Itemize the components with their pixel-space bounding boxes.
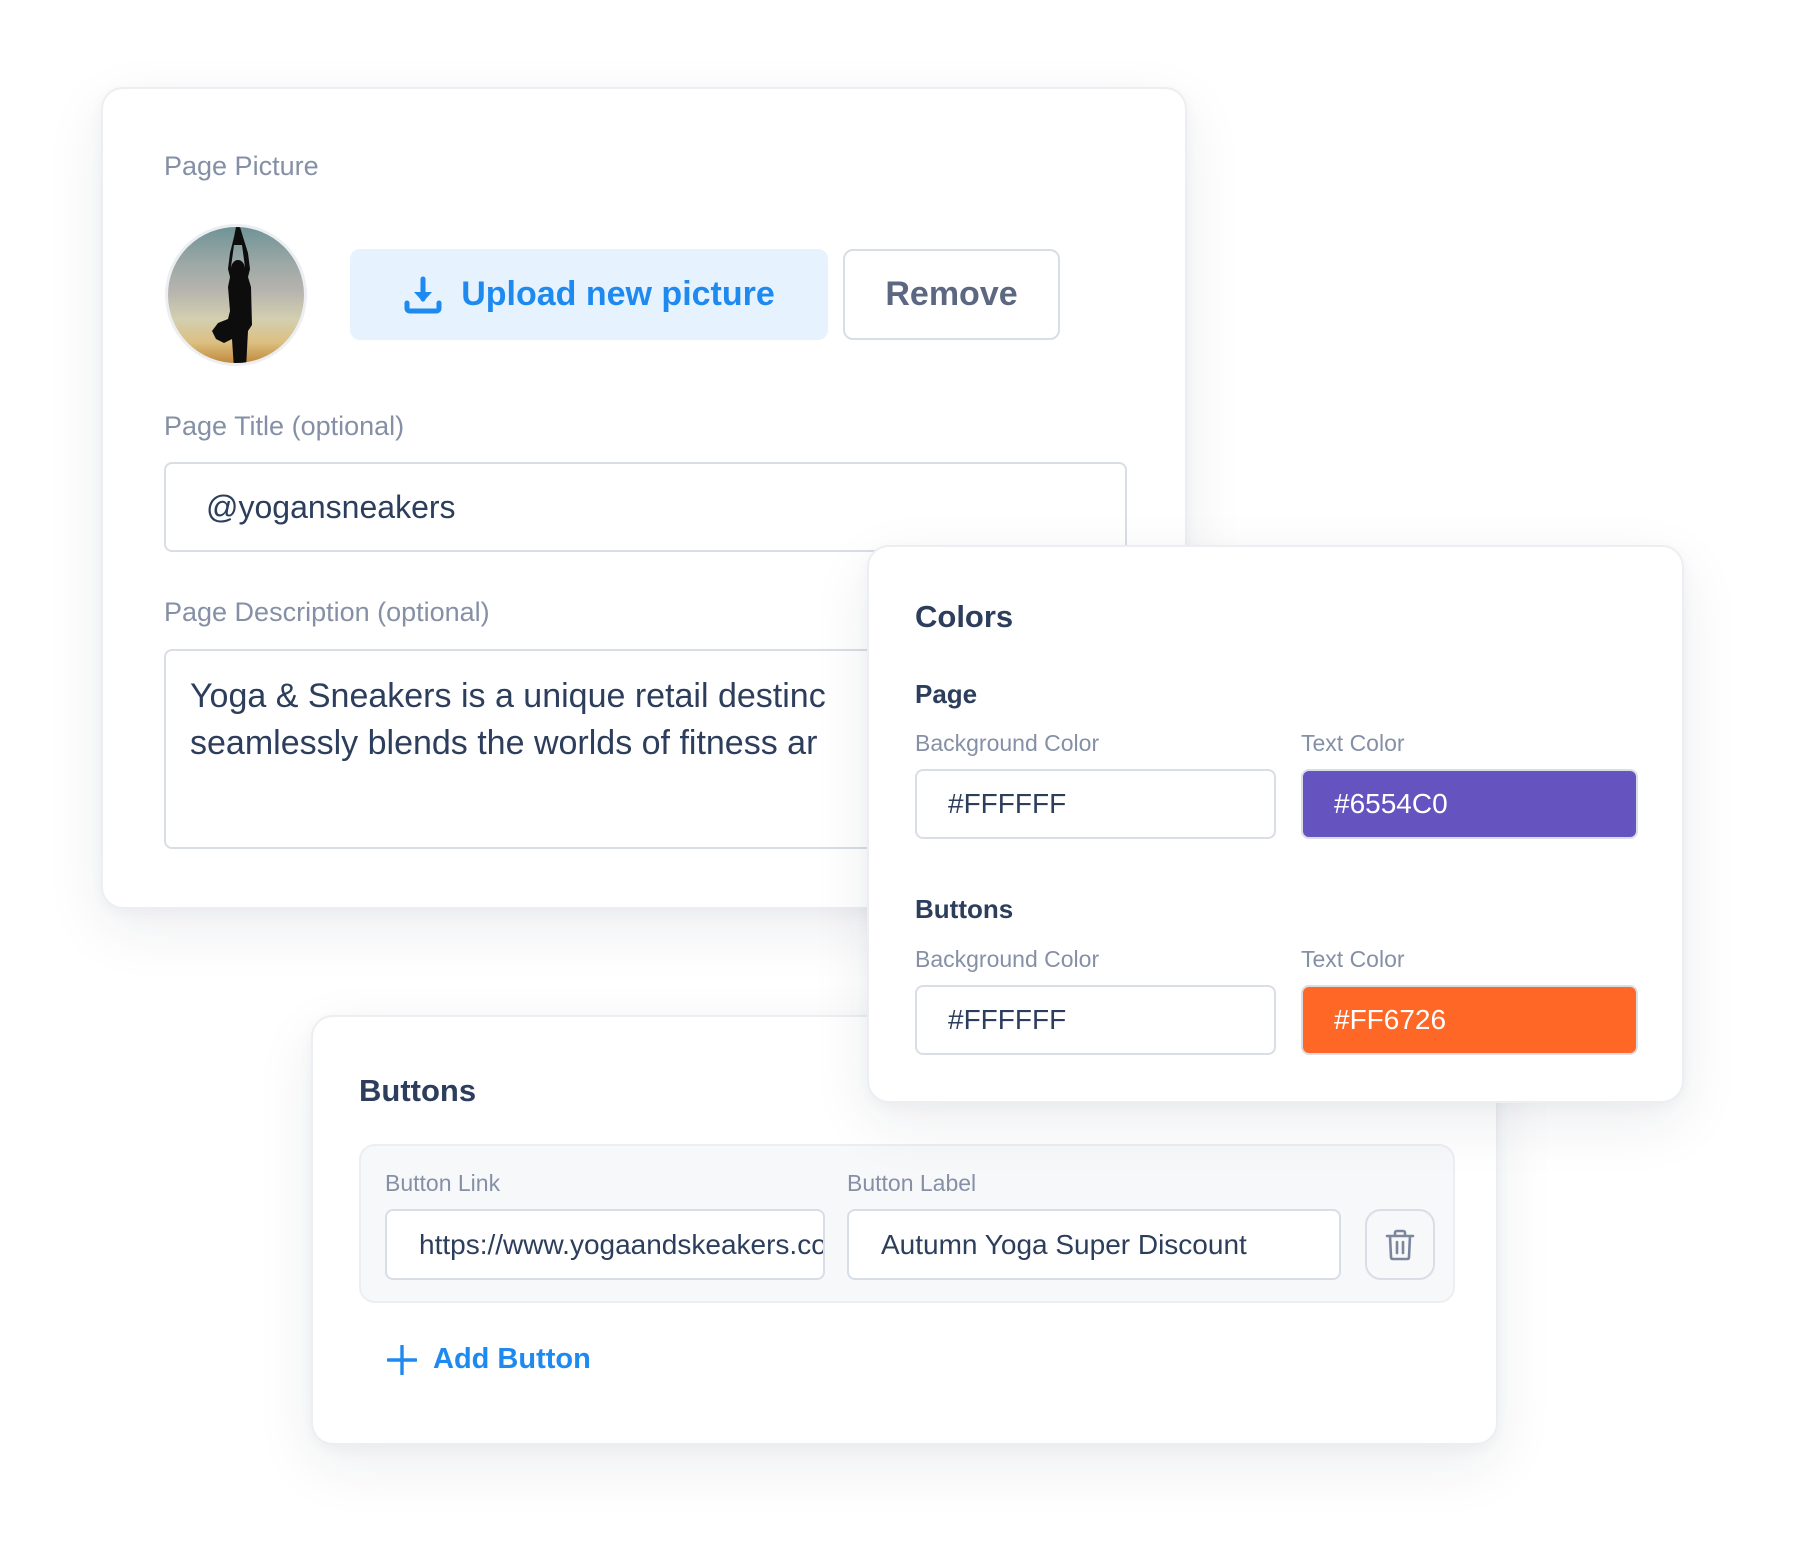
page-text-color-input[interactable]: #6554C0 [1301, 769, 1638, 839]
page-text-color-label: Text Color [1301, 730, 1405, 756]
button-background-color-value: #FFFFFF [948, 1004, 1067, 1035]
button-link-value: https://www.yogaandskeakers.com/p [419, 1228, 825, 1260]
page-text-color-value: #6554C0 [1334, 788, 1448, 819]
button-text-color-label: Text Color [1301, 946, 1405, 972]
page-description-label: Page Description (optional) [164, 597, 490, 627]
add-button[interactable]: Add Button [387, 1343, 591, 1376]
button-link-input[interactable]: https://www.yogaandskeakers.com/p [385, 1209, 825, 1280]
button-label-input[interactable]: Autumn Yoga Super Discount [847, 1209, 1341, 1280]
delete-button[interactable] [1365, 1209, 1435, 1280]
upload-picture-button[interactable]: Upload new picture [350, 249, 828, 340]
colors-heading: Colors [915, 599, 1014, 634]
page-picture-avatar [165, 224, 307, 366]
download-icon [404, 276, 442, 313]
page-background-color-input[interactable]: #FFFFFF [915, 769, 1276, 839]
page-background-color-value: #FFFFFF [948, 788, 1067, 819]
button-background-color-label: Background Color [915, 946, 1100, 972]
yoga-silhouette-icon [212, 227, 252, 363]
upload-picture-label: Upload new picture [461, 275, 775, 313]
add-button-label: Add Button [433, 1343, 591, 1375]
plus-icon [387, 1344, 417, 1375]
page-title-label: Page Title (optional) [164, 411, 405, 441]
page-title-value: @yogansneakers [206, 488, 456, 525]
remove-picture-button[interactable]: Remove [843, 249, 1060, 340]
button-background-color-input[interactable]: #FFFFFF [915, 985, 1276, 1055]
page-background-color-label: Background Color [915, 730, 1100, 756]
page-colors-heading: Page [915, 679, 978, 709]
colors-card: Colors Page Background Color #FFFFFF Tex… [867, 545, 1684, 1103]
button-item-row: Button Link https://www.yogaandskeakers.… [359, 1144, 1455, 1303]
button-text-color-input[interactable]: #FF6726 [1301, 985, 1638, 1055]
buttons-section-heading: Buttons [359, 1073, 477, 1108]
button-label-value: Autumn Yoga Super Discount [881, 1228, 1247, 1260]
button-text-color-value: #FF6726 [1334, 1004, 1447, 1035]
button-link-label: Button Link [385, 1170, 501, 1196]
page-picture-label: Page Picture [164, 151, 319, 181]
remove-picture-label: Remove [885, 275, 1018, 313]
button-colors-heading: Buttons [915, 894, 1014, 924]
page-title-input[interactable]: @yogansneakers [164, 462, 1127, 552]
button-label-label: Button Label [847, 1170, 977, 1196]
trash-icon [1385, 1229, 1415, 1260]
